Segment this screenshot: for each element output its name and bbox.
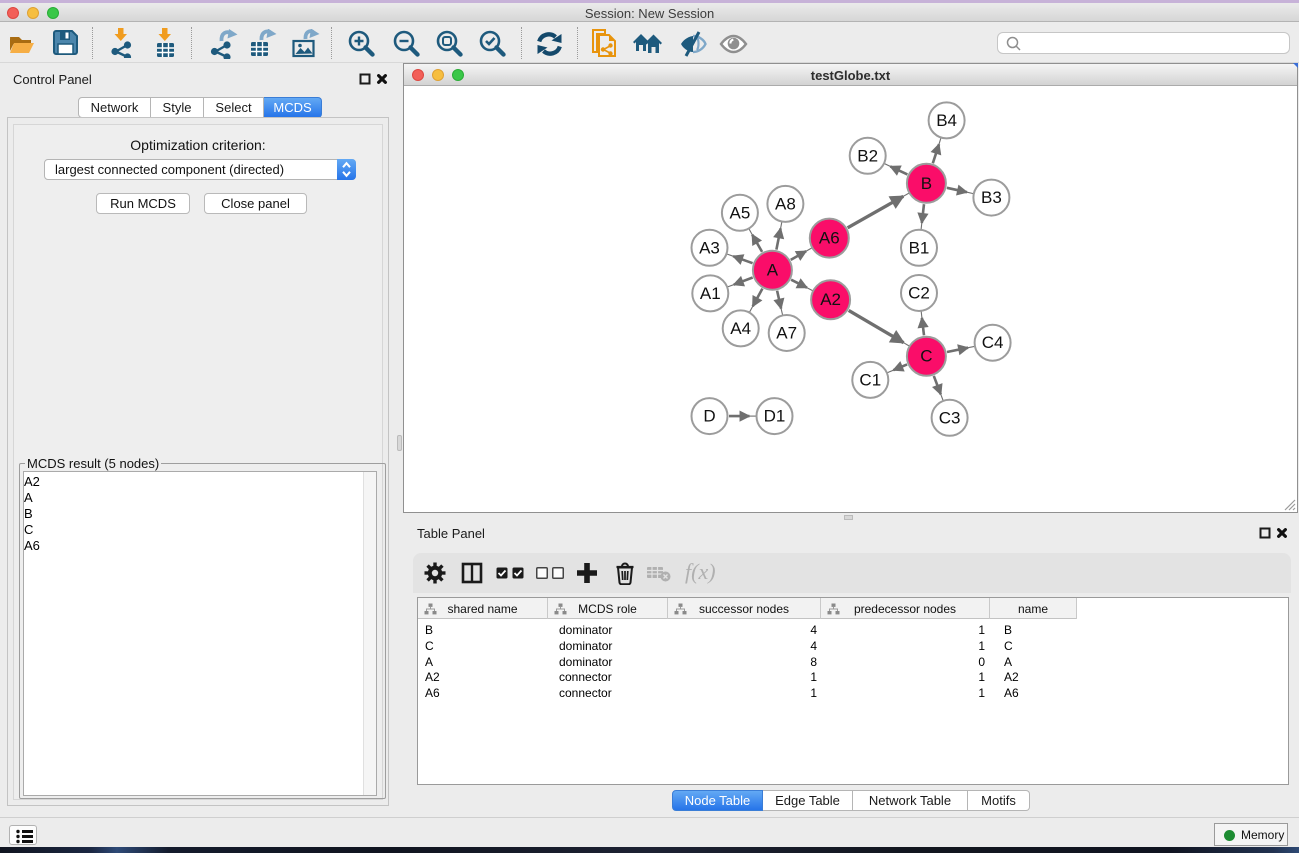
svg-text:C2: C2	[908, 284, 930, 303]
svg-text:A6: A6	[819, 229, 840, 248]
svg-text:C3: C3	[939, 408, 961, 427]
svg-text:D: D	[703, 407, 715, 426]
svg-text:B4: B4	[936, 111, 957, 130]
svg-text:A5: A5	[730, 203, 751, 222]
svg-text:C: C	[920, 347, 932, 366]
svg-text:C4: C4	[982, 333, 1004, 352]
svg-text:C1: C1	[859, 370, 881, 389]
svg-text:A1: A1	[700, 284, 721, 303]
svg-text:A2: A2	[820, 290, 841, 309]
svg-text:B1: B1	[909, 238, 930, 257]
svg-text:B3: B3	[981, 188, 1002, 207]
svg-text:A3: A3	[699, 238, 720, 257]
svg-text:D1: D1	[764, 407, 786, 426]
svg-text:A7: A7	[776, 324, 797, 343]
svg-text:A8: A8	[775, 194, 796, 213]
svg-text:A4: A4	[730, 319, 751, 338]
svg-text:B: B	[921, 174, 932, 193]
svg-text:A: A	[767, 261, 779, 280]
svg-text:B2: B2	[857, 146, 878, 165]
